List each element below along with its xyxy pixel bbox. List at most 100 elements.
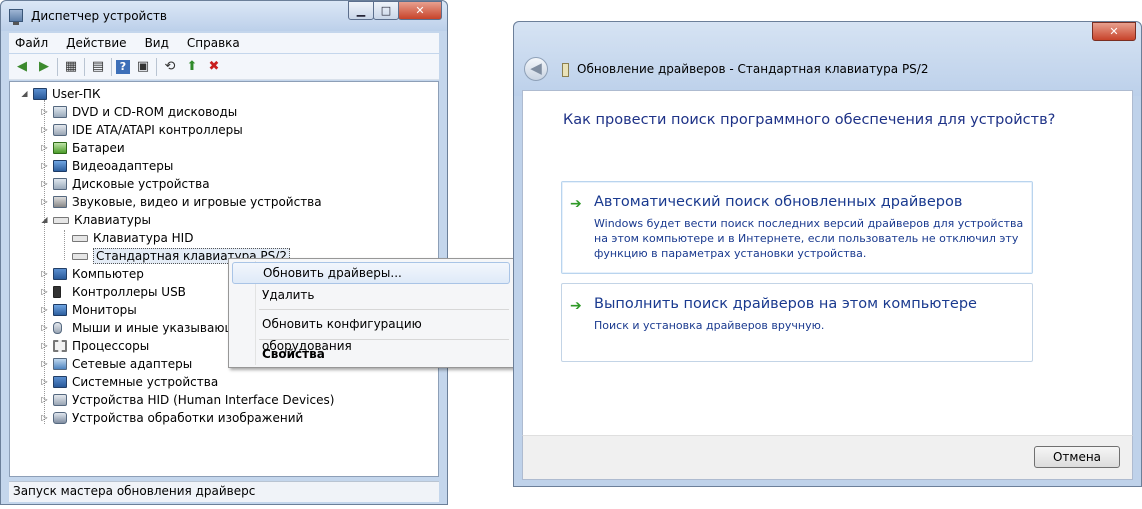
back-button[interactable]: ◀ (524, 57, 548, 81)
update-drivers-dialog: ✕ ◀ Обновление драйверов - Стандартная к… (513, 21, 1142, 487)
collapse-icon[interactable]: ◢ (40, 215, 49, 225)
expand-icon[interactable]: ▷ (40, 413, 49, 423)
option-auto-search[interactable]: ➔ Автоматический поиск обновленных драйв… (561, 181, 1033, 274)
tree-item-label: IDE ATA/ATAPI контроллеры (72, 123, 243, 137)
context-menu: Обновить драйверы... Удалить Обновить ко… (228, 258, 514, 368)
menu-help[interactable]: Справка (185, 36, 242, 50)
close-button[interactable]: ✕ (1092, 22, 1136, 41)
dialog-title-bar[interactable] (514, 22, 1141, 96)
monitor-icon (53, 304, 67, 316)
menu-update-drivers[interactable]: Обновить драйверы... (232, 262, 510, 284)
menu-file[interactable]: Файл (13, 36, 50, 50)
expand-icon[interactable]: ▷ (40, 377, 49, 387)
menu-view[interactable]: Вид (143, 36, 171, 50)
option-browse-computer[interactable]: ➔ Выполнить поиск драйверов на этом комп… (561, 283, 1033, 362)
tree-item-usb[interactable]: ▷ Контроллеры USB (40, 283, 186, 301)
tree-item-sound[interactable]: ▷ Звуковые, видео и игровые устройства (40, 193, 321, 211)
tree-item-batteries[interactable]: ▷ Батареи (40, 139, 125, 157)
cancel-button[interactable]: Отмена (1034, 446, 1120, 468)
tree-item-keyboard-hid[interactable]: Клавиатура HID (72, 229, 193, 247)
green-arrow-icon: ➔ (570, 298, 582, 314)
usb-icon (53, 286, 61, 298)
menu-scan-hardware[interactable]: Обновить конфигурацию оборудования (232, 313, 510, 353)
maximize-button[interactable]: □ (373, 1, 399, 20)
uninstall-icon[interactable]: ✖ (205, 58, 223, 76)
dialog-footer: Отмена (522, 435, 1133, 480)
forward-icon[interactable]: ▶ (35, 58, 53, 76)
help-icon[interactable]: ? (116, 59, 130, 74)
expand-icon[interactable]: ▷ (40, 287, 49, 297)
expand-icon[interactable]: ▷ (40, 323, 49, 333)
device-manager-window: Диспетчер устройств ▁ □ ✕ Файл Действие … (0, 0, 448, 505)
tree-item-label: Процессоры (72, 339, 150, 353)
expand-icon[interactable]: ▷ (40, 269, 49, 279)
update-driver-icon[interactable]: ⬆ (183, 58, 201, 76)
tree-item-label: Батареи (72, 141, 125, 155)
tree-guide-line (64, 230, 65, 260)
console-tree-icon[interactable]: ▦ (62, 58, 80, 76)
menu-uninstall[interactable]: Удалить (232, 284, 510, 306)
tree-item-computer[interactable]: ▷ Компьютер (40, 265, 144, 283)
ide-controller-icon (53, 124, 67, 136)
keyboard-icon (72, 252, 88, 260)
tree-item-label: Устройства HID (Human Interface Devices) (72, 393, 335, 407)
toolbar-separator (84, 57, 85, 76)
expand-icon[interactable]: ▷ (40, 341, 49, 351)
minimize-button[interactable]: ▁ (348, 1, 374, 20)
expand-icon[interactable]: ▷ (40, 197, 49, 207)
tree-item-system[interactable]: ▷ Системные устройства (40, 373, 218, 391)
processor-icon (53, 340, 67, 352)
title-bar[interactable]: Диспетчер устройств ▁ □ ✕ (1, 1, 447, 31)
option-title: Автоматический поиск обновленных драйвер… (594, 194, 963, 210)
imaging-icon (53, 412, 67, 424)
tree-item-mice[interactable]: ▷ Мыши и иные указывающ (40, 319, 235, 337)
scan-hardware-icon[interactable]: ▣ (134, 58, 152, 76)
tree-item-label: Сетевые адаптеры (72, 357, 193, 371)
tree-item-label: DVD и CD-ROM дисководы (72, 105, 238, 119)
tree-item-imaging[interactable]: ▷ Устройства обработки изображений (40, 409, 303, 427)
back-icon[interactable]: ◀ (13, 58, 31, 76)
toolbar-separator (111, 57, 112, 76)
mouse-icon (53, 322, 62, 334)
network-icon (53, 358, 67, 370)
toolbar-separator (156, 57, 157, 76)
expand-icon[interactable]: ▷ (40, 395, 49, 405)
device-manager-icon (9, 9, 23, 25)
keyboard-icon (53, 216, 69, 224)
scan-changes-icon[interactable]: ⟲ (161, 58, 179, 76)
expand-icon[interactable]: ▷ (40, 107, 49, 117)
menu-separator (259, 309, 509, 310)
dialog-heading: Как провести поиск программного обеспече… (563, 112, 1056, 128)
menu-properties[interactable]: Свойства (232, 343, 510, 365)
tree-item-processors[interactable]: ▷ Процессоры (40, 337, 149, 355)
expand-icon[interactable]: ▷ (40, 179, 49, 189)
tree-root[interactable]: ◢ User-ПК (20, 85, 100, 103)
window-title: Диспетчер устройств (31, 9, 168, 23)
option-title: Выполнить поиск драйверов на этом компью… (594, 296, 977, 312)
tree-item-dvd[interactable]: ▷ DVD и CD-ROM дисководы (40, 103, 237, 121)
tree-item-hid[interactable]: ▷ Устройства HID (Human Interface Device… (40, 391, 334, 409)
tree-item-keyboards[interactable]: ◢ Клавиатуры (40, 211, 151, 229)
tree-item-monitors[interactable]: ▷ Мониторы (40, 301, 136, 319)
computer-icon (33, 88, 47, 100)
collapse-icon[interactable]: ◢ (20, 89, 29, 99)
computer-icon (53, 268, 67, 280)
expand-icon[interactable]: ▷ (40, 143, 49, 153)
tree-item-label: Видеоадаптеры (72, 159, 174, 173)
expand-icon[interactable]: ▷ (40, 161, 49, 171)
keyboard-icon (72, 234, 88, 242)
menu-action[interactable]: Действие (64, 36, 128, 50)
tree-item-ide[interactable]: ▷ IDE ATA/ATAPI контроллеры (40, 121, 243, 139)
expand-icon[interactable]: ▷ (40, 125, 49, 135)
expand-icon[interactable]: ▷ (40, 305, 49, 315)
tree-item-display-adapters[interactable]: ▷ Видеоадаптеры (40, 157, 173, 175)
properties-icon[interactable]: ▤ (89, 58, 107, 76)
tree-item-network[interactable]: ▷ Сетевые адаптеры (40, 355, 192, 373)
close-button[interactable]: ✕ (398, 1, 442, 20)
expand-icon[interactable]: ▷ (40, 359, 49, 369)
tree-item-label: Контроллеры USB (72, 285, 186, 299)
toolbar-separator (57, 57, 58, 76)
tree-item-label: Клавиатуры (74, 213, 151, 227)
tree-item-disk-drives[interactable]: ▷ Дисковые устройства (40, 175, 209, 193)
option-description: Windows будет вести поиск последних верс… (594, 217, 1024, 260)
